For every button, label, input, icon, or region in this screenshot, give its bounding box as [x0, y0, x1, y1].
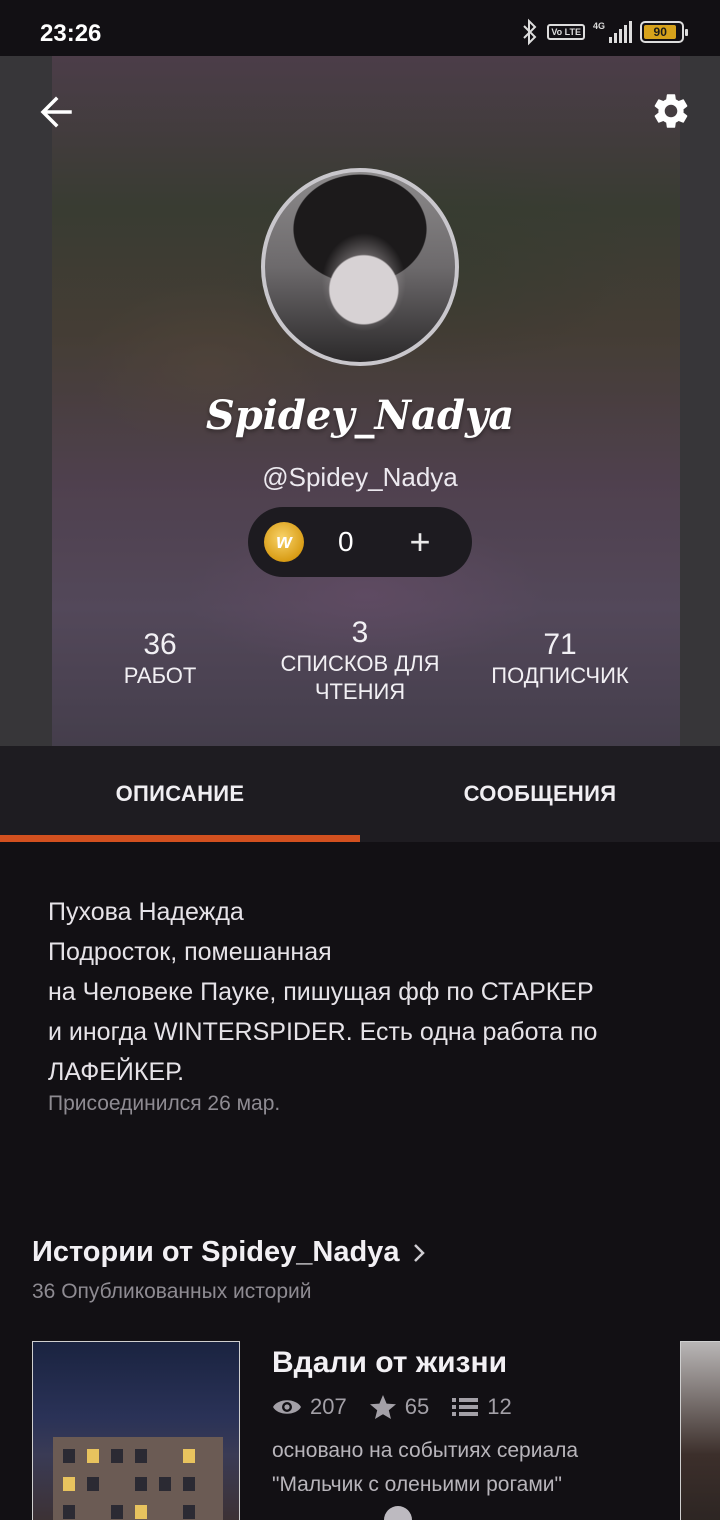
next-story-cover[interactable]	[680, 1341, 720, 1520]
story-cover[interactable]	[32, 1341, 240, 1520]
coin-balance: 0	[338, 526, 354, 557]
stat-reading-lists-value: 3	[351, 616, 369, 649]
chevron-right-icon	[414, 1243, 426, 1262]
profile-tabs: ОПИСАНИЕ СООБЩЕНИЯ	[0, 746, 720, 842]
back-button[interactable]	[34, 90, 78, 134]
story-reads: 207	[272, 1394, 347, 1420]
profile-display-name: Spidey_Nadya	[205, 392, 515, 439]
story-votes: 65	[369, 1394, 429, 1420]
cover-artwork	[53, 1437, 223, 1520]
status-time: 23:26	[40, 20, 102, 47]
joined-date: Присоединился 26 мар.	[48, 1092, 281, 1115]
stat-reading-lists[interactable]: 3 СПИСКОВ ДЛЯ ЧТЕНИЯ	[262, 616, 458, 706]
story-parts: 12	[451, 1394, 512, 1420]
story-parts-count: 12	[487, 1394, 512, 1419]
stories-section-header[interactable]: Истории от Spidey_Nadya	[32, 1236, 427, 1269]
add-coins-button[interactable]: +	[400, 521, 440, 562]
stat-works[interactable]: 36 РАБОТ	[90, 628, 230, 690]
story-title[interactable]: Вдали от жизни	[272, 1346, 507, 1380]
story-votes-count: 65	[404, 1394, 430, 1419]
coin-icon: w	[264, 522, 304, 562]
coins-widget: w 0 +	[248, 507, 472, 577]
eye-icon	[273, 1400, 301, 1414]
stat-followers-label: ПОДПИСЧИК	[491, 663, 629, 688]
story-stats: 207 65 12	[272, 1394, 534, 1420]
stories-section-title: Истории от Spidey_Nadya	[32, 1236, 400, 1268]
battery-icon: 90	[640, 21, 688, 43]
tab-about[interactable]: ОПИСАНИЕ	[0, 746, 360, 842]
settings-button[interactable]	[648, 88, 694, 134]
tab-messages[interactable]: СООБЩЕНИЯ	[360, 746, 720, 842]
bluetooth-icon	[523, 18, 537, 46]
volte-icon: Vo LTE	[547, 24, 585, 40]
stat-works-value: 36	[143, 628, 177, 661]
arrow-left-icon	[40, 96, 72, 128]
status-bar: 23:26 Vo LTE 4G 90	[0, 0, 720, 56]
profile-description: Пухова Надежда Подросток, помешанная на …	[48, 898, 598, 1086]
battery-level: 90	[644, 25, 677, 39]
stat-followers-value: 71	[543, 628, 577, 661]
avatar[interactable]	[261, 168, 459, 366]
stat-followers[interactable]: 71 ПОДПИСЧИК	[470, 628, 650, 690]
stat-works-label: РАБОТ	[123, 663, 197, 688]
stat-reading-lists-label: СПИСКОВ ДЛЯ ЧТЕНИЯ	[280, 651, 440, 704]
star-icon	[369, 1395, 396, 1419]
story-description: основано на событиях сериала "Мальчик с …	[272, 1439, 579, 1496]
profile-handle: @Spidey_Nadya	[262, 462, 458, 492]
stories-count: 36 Опубликованных историй	[32, 1280, 312, 1303]
ranking-icon	[384, 1506, 412, 1520]
story-reads-count: 207	[310, 1394, 347, 1419]
status-icons: Vo LTE 4G 90	[521, 18, 688, 46]
signal-icon	[609, 21, 632, 43]
gear-icon	[654, 94, 688, 128]
list-icon	[452, 1398, 479, 1416]
network-type: 4G	[592, 21, 605, 31]
